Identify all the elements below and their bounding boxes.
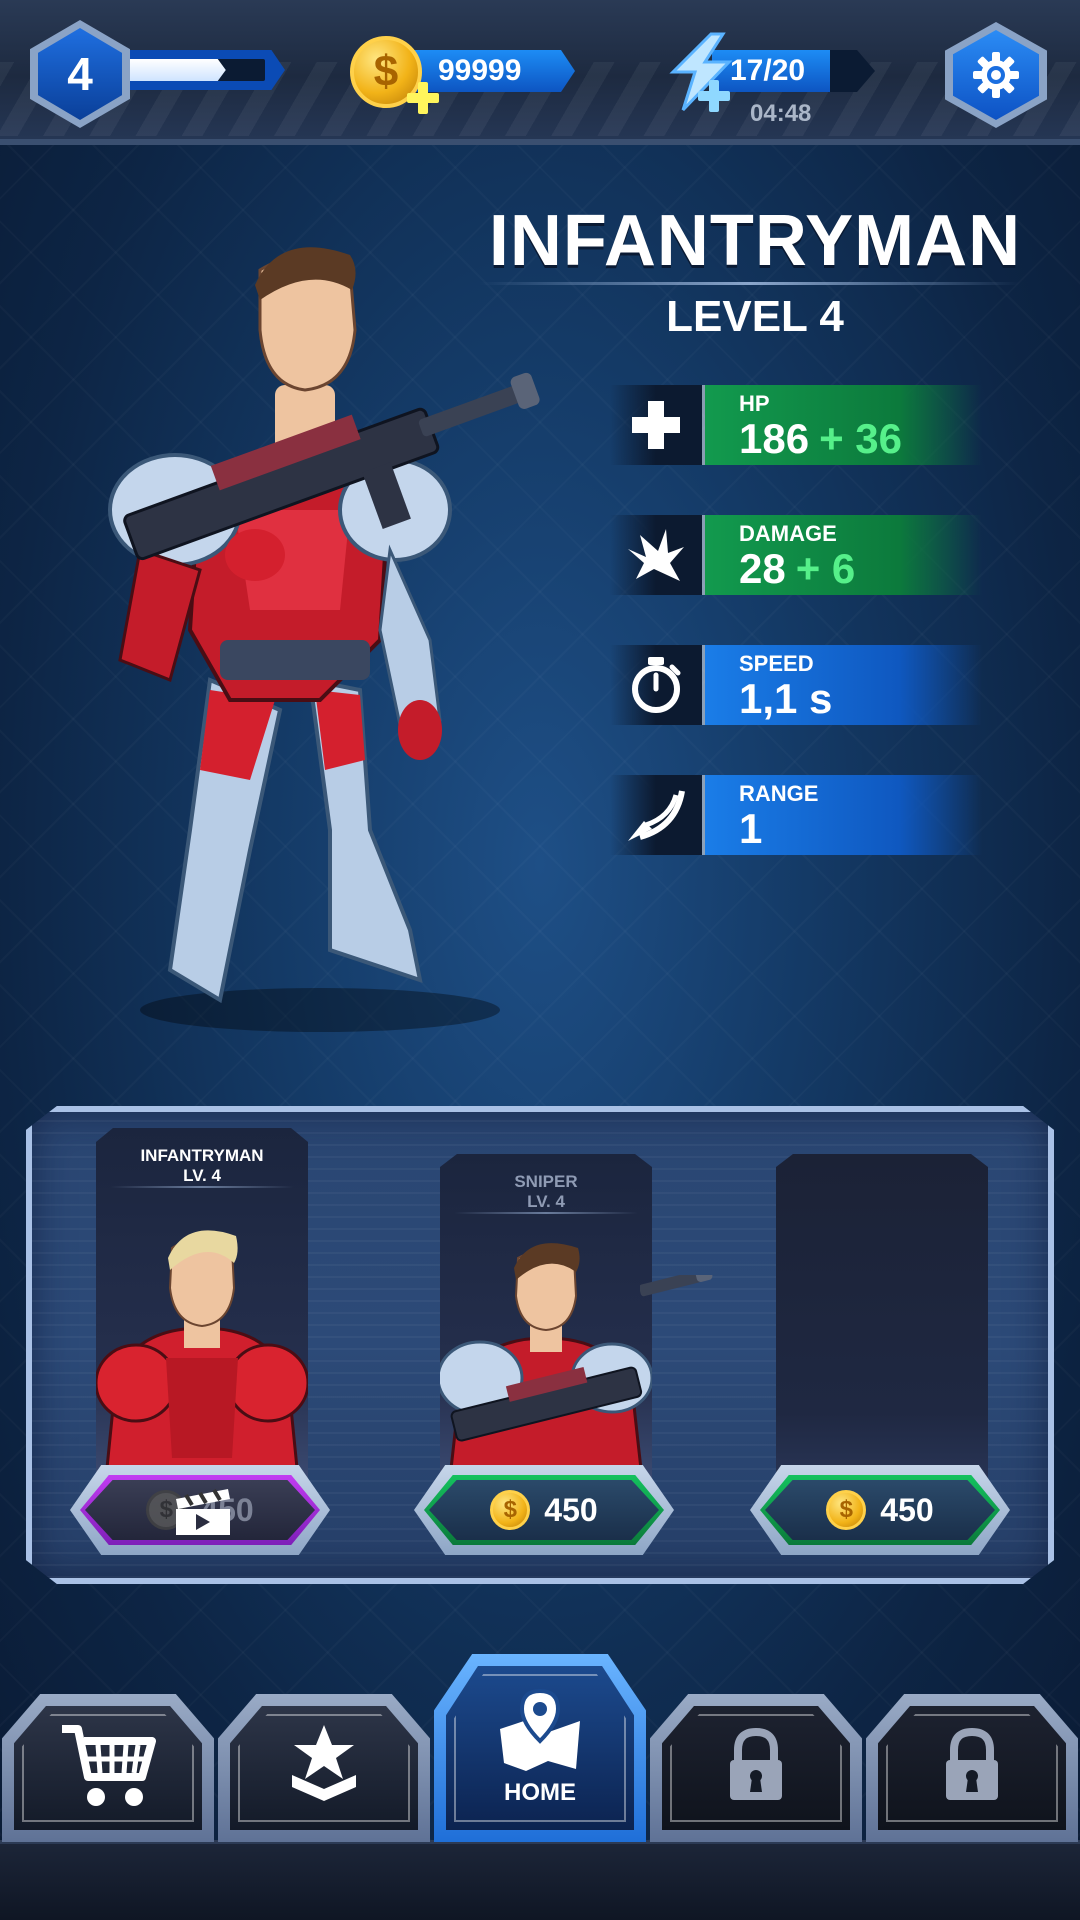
energy-amount: 17/20 [730, 54, 806, 87]
xp-progress-bar [115, 50, 285, 90]
coin-amount: 99999 [438, 54, 522, 87]
stat-value: 186 [739, 415, 810, 462]
stat-speed: SPEED 1,1 s [610, 645, 1030, 725]
nav-tab-ranks[interactable] [218, 1694, 430, 1842]
stat-range: RANGE 1 [610, 775, 1030, 855]
rank-icon [292, 1725, 356, 1801]
plus-icon [610, 385, 702, 465]
coin-icon: $ [490, 1490, 531, 1530]
hero-card-empty[interactable] [776, 1154, 988, 1478]
add-coins-button[interactable] [405, 80, 441, 116]
stat-damage: DAMAGE 28 + 6 [610, 515, 1030, 595]
sniper-portrait-image [440, 1243, 652, 1478]
lock-icon [946, 1728, 998, 1800]
card-level: LV. 4 [183, 1166, 221, 1185]
card-name: SNIPER [514, 1172, 578, 1191]
stat-hp: HP 186 + 36 [610, 385, 1030, 465]
stat-label: RANGE [739, 781, 819, 806]
hero-name: INFANTRYMAN [488, 201, 1022, 281]
stat-bonus: + 6 [795, 545, 856, 592]
nav-tab-locked-1[interactable] [650, 1694, 862, 1842]
add-energy-button[interactable] [696, 78, 732, 114]
lock-icon [730, 1728, 782, 1800]
stat-label: HP [739, 391, 770, 416]
stopwatch-icon [610, 645, 702, 725]
stat-bonus: + 36 [819, 415, 902, 462]
bottom-nav-bar [0, 1840, 1080, 1920]
nav-tab-shop[interactable] [2, 1694, 214, 1842]
coin-icon: $ [826, 1490, 867, 1530]
stat-value: 28 [739, 545, 786, 592]
stat-value: 1,1 s [739, 675, 833, 722]
xp-track [125, 59, 265, 81]
map-pin-icon [500, 1689, 580, 1771]
price-text: 450 [880, 1491, 934, 1528]
range-icon [610, 775, 702, 855]
card-divider [110, 1186, 294, 1188]
video-ad-icon [176, 1488, 230, 1535]
energy-timer: 04:48 [750, 100, 812, 127]
sniper-rifle-barrel [640, 1275, 713, 1297]
gear-icon [973, 52, 1019, 98]
infantryman-portrait-image [96, 1230, 308, 1478]
nav-label: HOME [504, 1779, 576, 1806]
hero-card-infantryman[interactable]: INFANTRYMAN LV. 4 [96, 1128, 308, 1478]
nav-tab-locked-2[interactable] [866, 1694, 1078, 1842]
xp-fill [125, 59, 226, 81]
card-name: INFANTRYMAN [140, 1146, 264, 1165]
hero-level: LEVEL 4 [666, 292, 844, 341]
stat-value: 1 [739, 805, 763, 852]
upgrade-sniper-button[interactable]: $ 450 [414, 1465, 674, 1555]
damage-icon [610, 515, 702, 595]
stat-label: SPEED [739, 651, 814, 676]
title-divider [480, 282, 1020, 285]
nav-tab-home[interactable]: HOME [434, 1654, 646, 1842]
unlock-slot-button[interactable]: $ 450 [750, 1465, 1010, 1555]
card-divider [454, 1212, 638, 1214]
card-level: LV. 4 [527, 1192, 565, 1211]
hero-card-sniper[interactable]: SNIPER LV. 4 [440, 1154, 652, 1478]
stat-label: DAMAGE [739, 521, 837, 546]
watch-ad-upgrade-button[interactable]: $ 450 [70, 1465, 330, 1555]
cart-icon [62, 1725, 156, 1806]
price-text: 450 [544, 1491, 598, 1528]
